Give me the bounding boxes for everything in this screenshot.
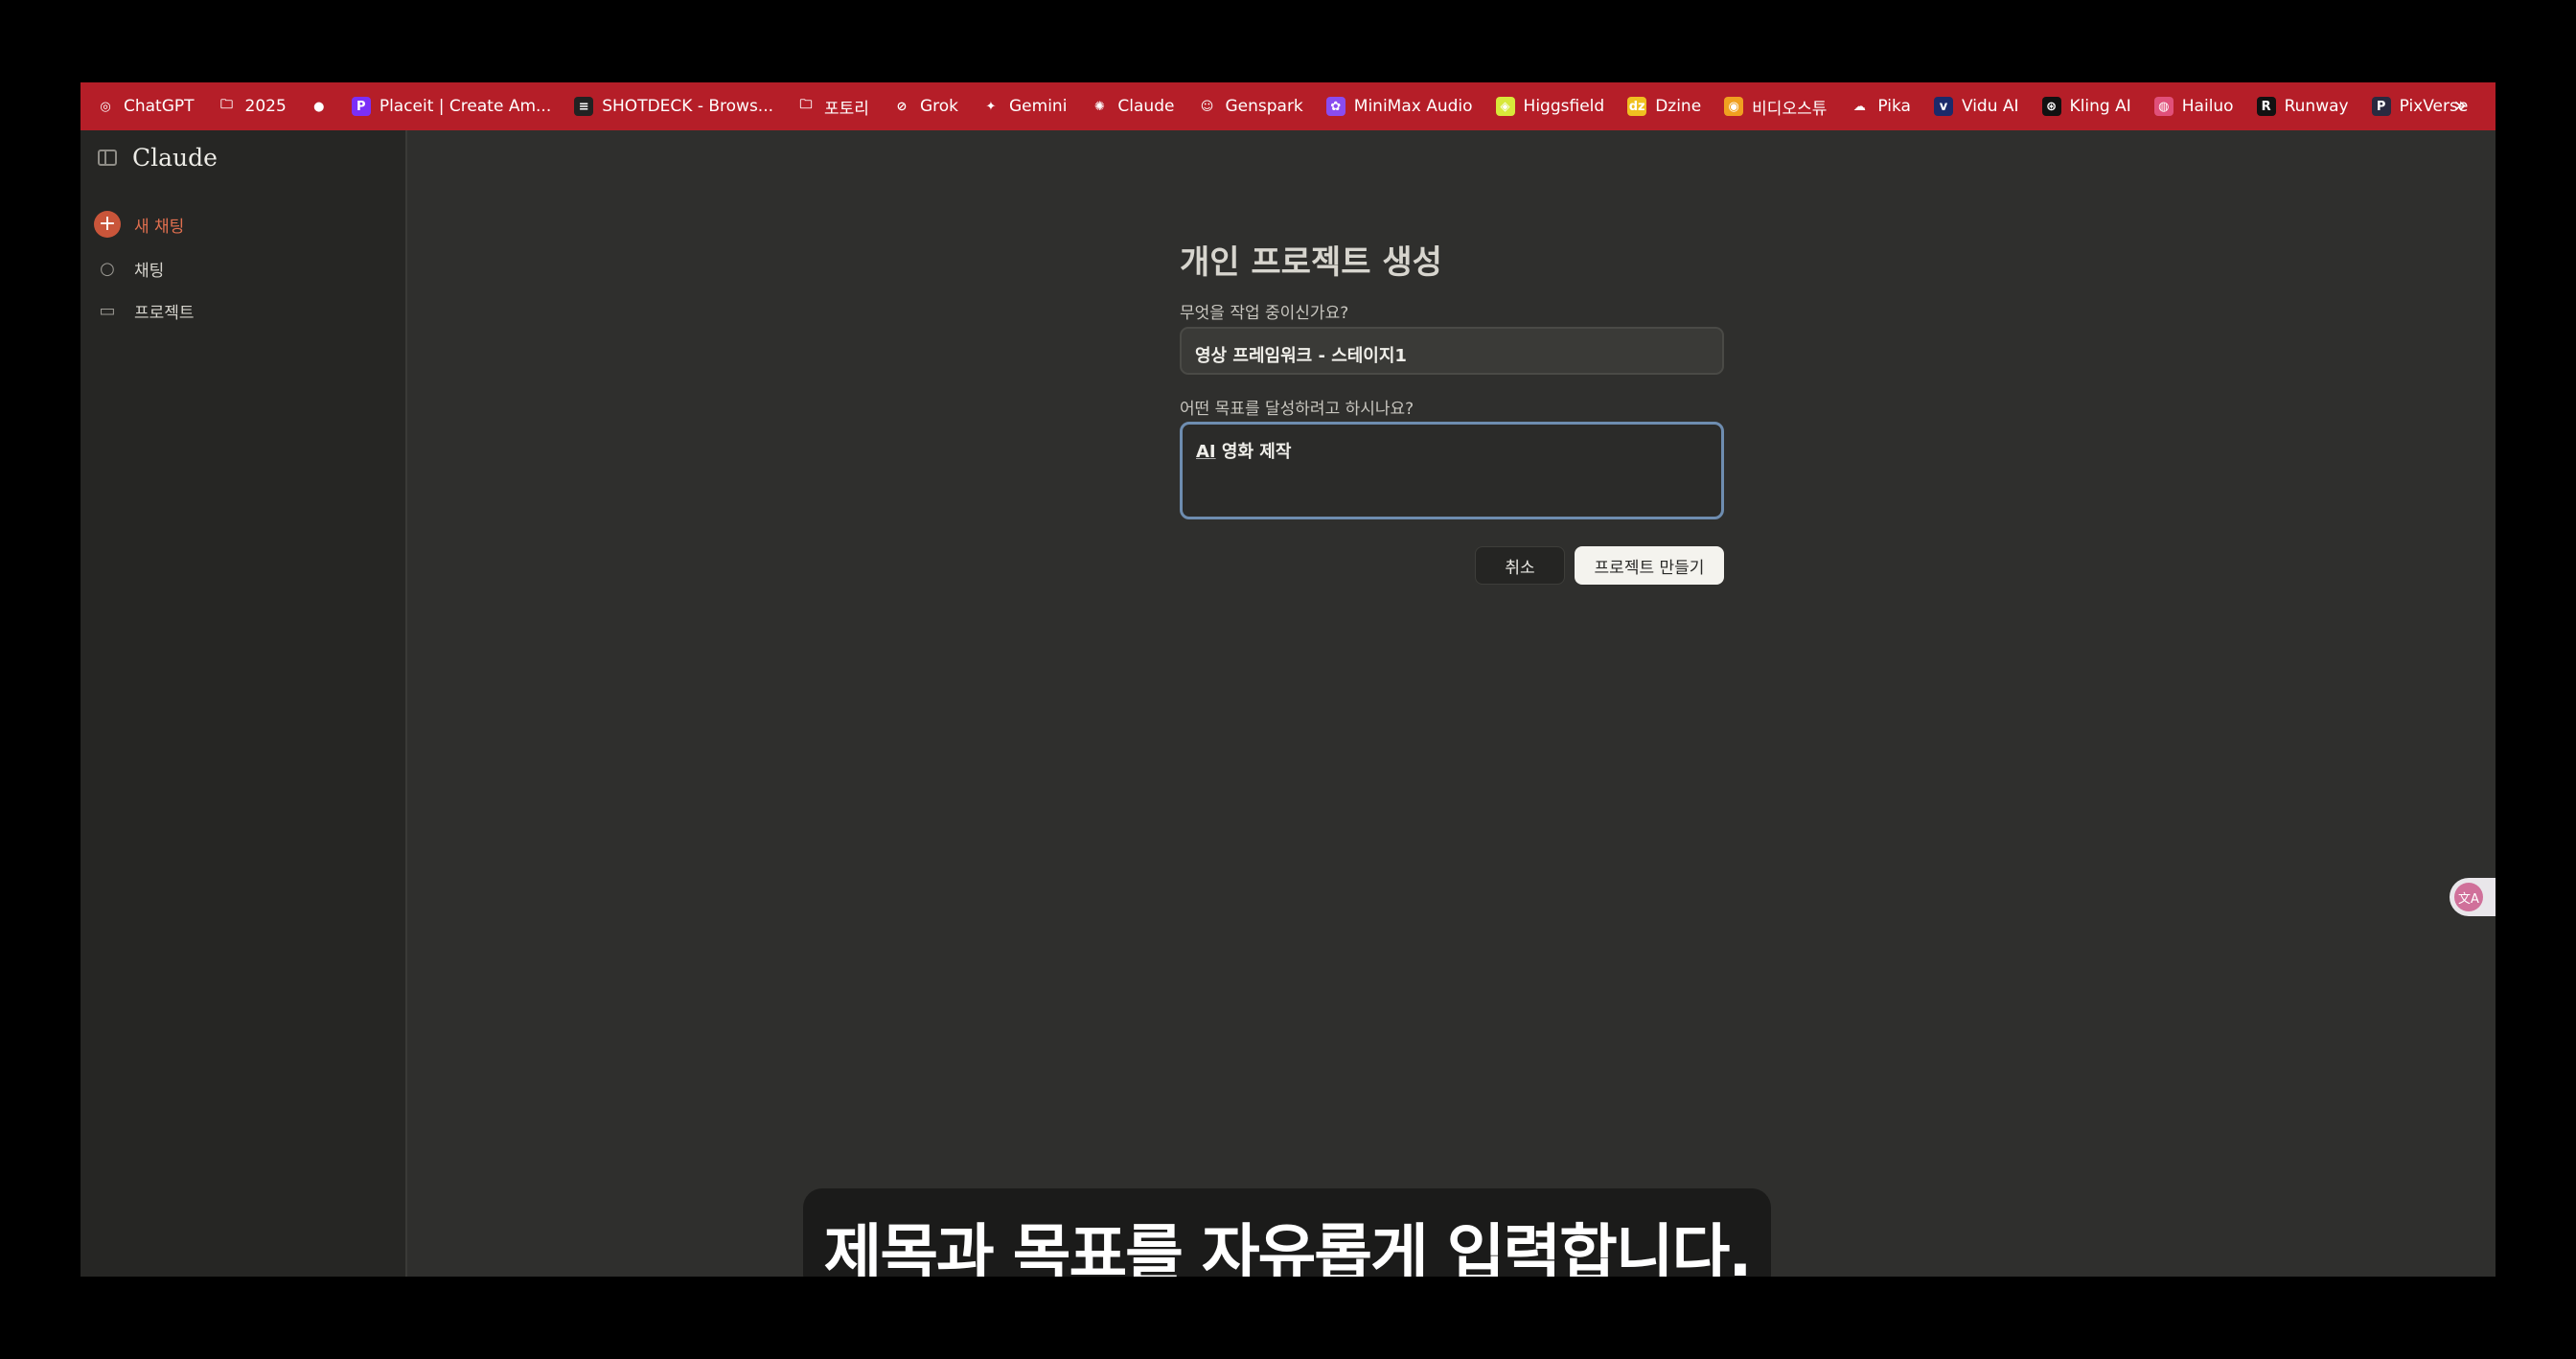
- grok-icon: ⊘: [896, 99, 908, 114]
- bookmark-item[interactable]: v Vidu AI: [1933, 97, 2019, 116]
- higgsfield-icon: ◈: [1495, 97, 1515, 116]
- pika-icon: ☁: [1852, 99, 1866, 114]
- whisk-icon: ⚗: [2491, 97, 2496, 116]
- bookmark-label: Hailuo: [2181, 97, 2234, 116]
- bookmark-label: Placeit | Create Am...: [379, 97, 552, 116]
- globe-icon: ●: [313, 99, 325, 114]
- chatgpt-icon: ◎: [100, 99, 111, 114]
- bookmark-item[interactable]: ◎ ChatGPT: [96, 97, 195, 116]
- bookmark-item[interactable]: ⊛ Kling AI: [2041, 97, 2131, 116]
- bookmark-label: Kling AI: [2069, 97, 2131, 116]
- bookmark-label: Vidu AI: [1961, 97, 2019, 116]
- pixverse-icon: P: [2371, 97, 2391, 116]
- sidebar: Claude + 새 채팅 ○ 채팅 ▭ 프로젝트: [80, 130, 407, 1286]
- project-goal-textarea[interactable]: AI 영화 제작: [1180, 422, 1724, 519]
- sidebar-item-label: 프로젝트: [134, 304, 195, 323]
- create-project-button[interactable]: 프로젝트 만들기: [1575, 546, 1724, 585]
- folder-icon: 🗀: [799, 98, 813, 112]
- project-goal-label: 어떤 목표를 달성하려고 하시나요?: [1180, 400, 1414, 419]
- bookmark-item[interactable]: ≡ SHOTDECK - Brows...: [574, 97, 773, 116]
- bookmark-item[interactable]: ◈ Higgsfield: [1495, 97, 1605, 116]
- bookmark-label: 비디오스튜: [1752, 99, 1828, 119]
- brand-logo[interactable]: Claude: [132, 144, 218, 172]
- dzine-icon: dz: [1627, 97, 1647, 116]
- sidebar-toggle-icon[interactable]: [98, 150, 117, 166]
- gemini-icon: ✦: [985, 99, 997, 114]
- folder-icon: ▭: [99, 301, 116, 321]
- bookmark-label: Genspark: [1225, 97, 1303, 116]
- letterbox-bar: [0, 1277, 2576, 1359]
- sidebar-item-chats[interactable]: ○ 채팅: [94, 257, 164, 281]
- translate-widget[interactable]: 文A: [2450, 878, 2496, 916]
- goal-text: 영화 제작: [1215, 442, 1292, 462]
- bookmark-label: ChatGPT: [124, 97, 195, 116]
- bookmark-item[interactable]: dz Dzine: [1627, 97, 1701, 116]
- bookmark-label: SHOTDECK - Brows...: [602, 97, 774, 116]
- bookmark-label: Gemini: [1009, 97, 1068, 116]
- project-name-label: 무엇을 작업 중이신가요?: [1180, 304, 1349, 323]
- runway-icon: R: [2256, 97, 2276, 116]
- bookmarks-bar: ◎ ChatGPT 🗀 2025 ● P Placeit | Create Am... ≡ SH…: [80, 82, 2496, 130]
- folder-icon: 🗀: [220, 98, 234, 112]
- bookmark-label: Claude: [1117, 97, 1175, 116]
- bookmark-item[interactable]: 🗀 2025: [218, 97, 287, 116]
- bookmark-item[interactable]: ☁ Pika: [1850, 97, 1911, 116]
- bookmark-label: MiniMax Audio: [1353, 97, 1473, 116]
- new-chat-button[interactable]: + 새 채팅: [94, 211, 184, 238]
- claude-icon: ✺: [1093, 99, 1105, 114]
- browser-window: ◎ ChatGPT 🗀 2025 ● P Placeit | Create Am... ≡ SH…: [80, 82, 2496, 1286]
- sidebar-item-projects[interactable]: ▭ 프로젝트: [94, 299, 195, 323]
- cancel-button[interactable]: 취소: [1475, 546, 1565, 585]
- genspark-icon: ☺: [1200, 99, 1214, 114]
- bookmark-label: Dzine: [1655, 97, 1702, 116]
- bookmark-item[interactable]: ⊘ Grok: [892, 97, 959, 116]
- sidebar-item-label: 채팅: [134, 262, 165, 281]
- bookmark-item[interactable]: 🗀 포토리: [796, 95, 869, 119]
- bookmark-item[interactable]: ●: [310, 97, 329, 116]
- translate-icon: 文A: [2454, 883, 2483, 911]
- minimax-icon: ✿: [1325, 97, 1346, 116]
- plus-icon: +: [94, 211, 121, 238]
- bookmark-label: Higgsfield: [1523, 97, 1605, 116]
- bookmark-item[interactable]: R Runway: [2256, 97, 2349, 116]
- kling-icon: ⊛: [2041, 97, 2061, 116]
- bookmark-label: Pika: [1877, 97, 1911, 116]
- project-name-input[interactable]: 영상 프레임워크 - 스테이지1: [1180, 327, 1724, 375]
- bookmark-item[interactable]: ◉ 비디오스튜: [1724, 95, 1827, 119]
- video-studio-icon: ◉: [1724, 97, 1744, 116]
- bookmark-item[interactable]: ☺ Genspark: [1197, 97, 1303, 116]
- bookmark-item[interactable]: ◍ Hailuo: [2153, 97, 2234, 116]
- hailuo-icon: ◍: [2153, 97, 2174, 116]
- bookmark-label: 2025: [244, 97, 287, 116]
- chat-bubble-icon: ○: [100, 259, 115, 279]
- bookmarks-overflow-button[interactable]: »: [2454, 94, 2467, 118]
- bookmark-item[interactable]: ✦ Gemini: [981, 97, 1068, 116]
- shotdeck-icon: ≡: [574, 97, 594, 116]
- bookmark-item[interactable]: ⚗Whisk: [2491, 97, 2496, 116]
- bookmark-label: Grok: [919, 97, 958, 116]
- bookmark-label: Runway: [2284, 97, 2349, 116]
- page-title: 개인 프로젝트 생성: [1180, 243, 1442, 282]
- bookmark-item[interactable]: ✿ MiniMax Audio: [1325, 97, 1473, 116]
- bookmark-item[interactable]: ✺ Claude: [1090, 97, 1175, 116]
- bookmark-item[interactable]: P Placeit | Create Am...: [351, 97, 552, 116]
- placeit-icon: P: [351, 97, 371, 116]
- new-chat-label: 새 채팅: [134, 217, 185, 237]
- sidebar-header: Claude: [98, 144, 218, 172]
- vidu-icon: v: [1933, 97, 1953, 116]
- goal-text-underlined: AI: [1196, 442, 1216, 462]
- bookmark-label: 포토리: [824, 99, 869, 119]
